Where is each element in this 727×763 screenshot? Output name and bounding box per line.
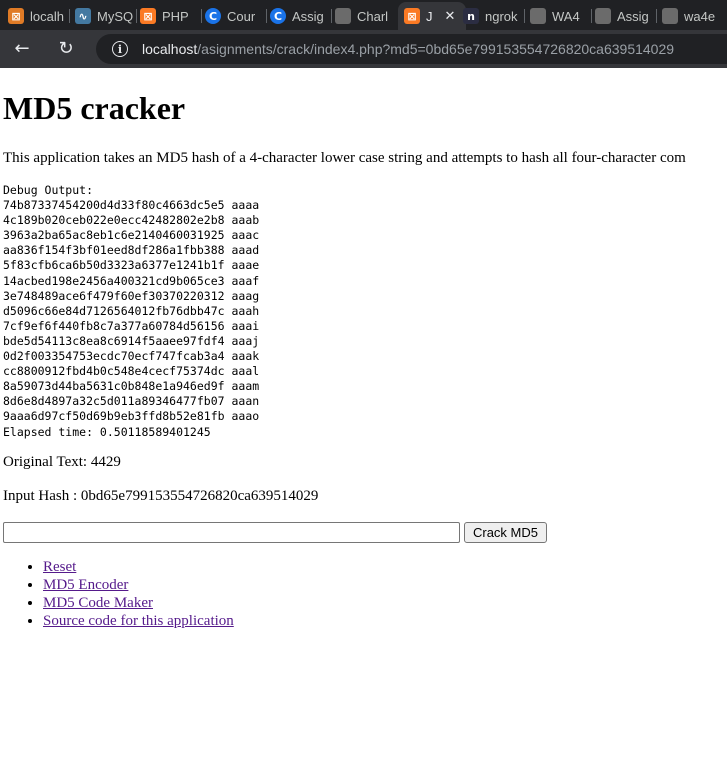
browser-tab[interactable]: C Assig xyxy=(270,4,328,28)
debug-lines: 74b87337454200d4d33f80c4663dc5e5 aaaa 4c… xyxy=(3,198,259,423)
debug-output: Debug Output: 74b87337454200d4d33f80c466… xyxy=(3,183,259,440)
tab-separator xyxy=(201,9,202,23)
intro-text: This application takes an MD5 hash of a … xyxy=(3,150,686,166)
tab-title: WA4 xyxy=(552,8,580,24)
md5-encoder-link[interactable]: MD5 Encoder xyxy=(43,577,128,593)
browser-tab[interactable]: WA4 xyxy=(530,4,588,28)
tab-title: wa4e xyxy=(684,8,716,24)
list-item: Source code for this application xyxy=(43,612,234,630)
list-item: Reset xyxy=(43,558,234,576)
browser-tab[interactable]: n ngrok xyxy=(463,4,521,28)
debug-line: 3e748489ace6f479f60ef30370220312 aaag xyxy=(3,288,260,303)
debug-line: 7cf9ef6f440fb8c7a377a60784d56156 aaai xyxy=(3,318,260,333)
close-tab-icon[interactable]: ✕ xyxy=(445,9,456,24)
debug-line: 74b87337454200d4d33f80c4663dc5e5 aaaa xyxy=(3,198,260,213)
md5-code-maker-link[interactable]: MD5 Code Maker xyxy=(43,595,153,611)
debug-label: Debug Output: xyxy=(3,183,94,197)
source-code-link[interactable]: Source code for this application xyxy=(43,613,234,629)
browser-toolbar: ← ↻ i localhost/asignments/crack/index4.… xyxy=(0,30,727,68)
browser-tab[interactable]: ⊠ J ✕ xyxy=(398,2,466,30)
elapsed-time: Elapsed time: 0.50118589401245 xyxy=(3,424,211,439)
debug-line: 3963a2ba65ac8eb1c6e2140460031925 aaac xyxy=(3,228,260,243)
coursera-icon: C xyxy=(205,8,221,24)
browser-tab[interactable]: Assig xyxy=(595,4,653,28)
tab-title: PHP xyxy=(162,8,189,24)
tab-title: ngrok xyxy=(485,8,518,24)
debug-line: d5096c66e84d7126564012fb76dbb47c aaah xyxy=(3,303,260,318)
tab-title: Cour xyxy=(227,8,256,24)
site-thumbnail-icon xyxy=(595,8,611,24)
xampp-icon: ⊠ xyxy=(8,8,24,24)
xampp-icon: ⊠ xyxy=(404,8,420,24)
coursera-icon: C xyxy=(270,8,286,24)
tab-separator xyxy=(524,9,525,23)
browser-tab[interactable]: ⊠ localh xyxy=(8,4,66,28)
debug-line: 0d2f003354753ecdc70ecf747fcab3a4 aaak xyxy=(3,349,260,364)
input-hash: Input Hash : 0bd65e799153554726820ca6395… xyxy=(3,488,319,504)
address-bar-url: localhost/asignments/crack/index4.php?md… xyxy=(142,41,674,57)
browser-tab[interactable]: ∿ MySQ xyxy=(75,4,133,28)
tab-title: localh xyxy=(30,8,64,24)
page-content: MD5 cracker This application takes an MD… xyxy=(0,68,727,763)
site-thumbnail-icon xyxy=(530,8,546,24)
browser-tab[interactable]: C Cour xyxy=(205,4,263,28)
original-text: Original Text: 4429 xyxy=(3,454,121,470)
reset-link[interactable]: Reset xyxy=(43,559,76,575)
tab-separator xyxy=(136,9,137,23)
browser-tab[interactable]: wa4e xyxy=(662,4,722,28)
tab-separator xyxy=(656,9,657,23)
mysql-dolphin-icon: ∿ xyxy=(75,8,91,24)
links-list: Reset MD5 Encoder MD5 Code Maker Source … xyxy=(3,558,234,630)
ngrok-icon: n xyxy=(463,8,479,24)
site-info-icon[interactable]: i xyxy=(112,41,128,57)
url-host: localhost xyxy=(142,41,198,57)
list-item: MD5 Code Maker xyxy=(43,594,234,612)
debug-line: bde5d54113c8ea8c6914f5aaee97fdf4 aaaj xyxy=(3,333,260,348)
debug-line: 14acbed198e2456a400321cd9b065ce3 aaaf xyxy=(3,273,260,288)
browser-tab[interactable]: ⊠ PHP xyxy=(140,4,198,28)
tab-title: Charl xyxy=(357,8,389,24)
reload-icon[interactable]: ↻ xyxy=(56,39,76,59)
back-arrow-icon[interactable]: ← xyxy=(12,39,32,59)
tab-title: J xyxy=(426,8,433,24)
address-bar[interactable]: i localhost/asignments/crack/index4.php?… xyxy=(96,34,727,64)
list-item: MD5 Encoder xyxy=(43,576,234,594)
xampp-icon: ⊠ xyxy=(140,8,156,24)
debug-line: 5f83cfb6ca6b50d3323a6377e1241b1f aaae xyxy=(3,258,260,273)
debug-line: aa836f154f3bf01eed8df286a1fbb388 aaad xyxy=(3,243,260,258)
debug-line: 8a59073d44ba5631c0b848e1a946ed9f aaam xyxy=(3,379,260,394)
site-thumbnail-icon xyxy=(335,8,351,24)
browser-tab-strip: ⊠ localh ∿ MySQ ⊠ PHP C Cour C Assig Charl ⊠ J ✕ n ngro… xyxy=(0,0,727,30)
md5-input[interactable] xyxy=(3,522,460,543)
tab-separator xyxy=(266,9,267,23)
tab-title: Assig xyxy=(617,8,649,24)
page-title: MD5 cracker xyxy=(3,90,186,126)
crack-md5-button[interactable]: Crack MD5 xyxy=(464,522,547,543)
debug-line: 8d6e8d4897a32c5d011a89346477fb07 aaan xyxy=(3,394,260,409)
tab-title: MySQ xyxy=(97,8,133,24)
debug-line: 9aaa6d97cf50d69b9eb3ffd8b52e81fb aaao xyxy=(3,409,260,424)
tab-separator xyxy=(69,9,70,23)
tab-separator xyxy=(331,9,332,23)
browser-tab[interactable]: Charl xyxy=(335,4,393,28)
tab-title: Assig xyxy=(292,8,324,24)
site-thumbnail-icon xyxy=(662,8,678,24)
debug-line: 4c189b020ceb022e0ecc42482802e2b8 aaab xyxy=(3,213,260,228)
tab-separator xyxy=(591,9,592,23)
url-path: /asignments/crack/index4.php?md5=0bd65e7… xyxy=(197,41,675,57)
debug-line: cc8800912fbd4b0c548e4cecf75374dc aaal xyxy=(3,364,260,379)
